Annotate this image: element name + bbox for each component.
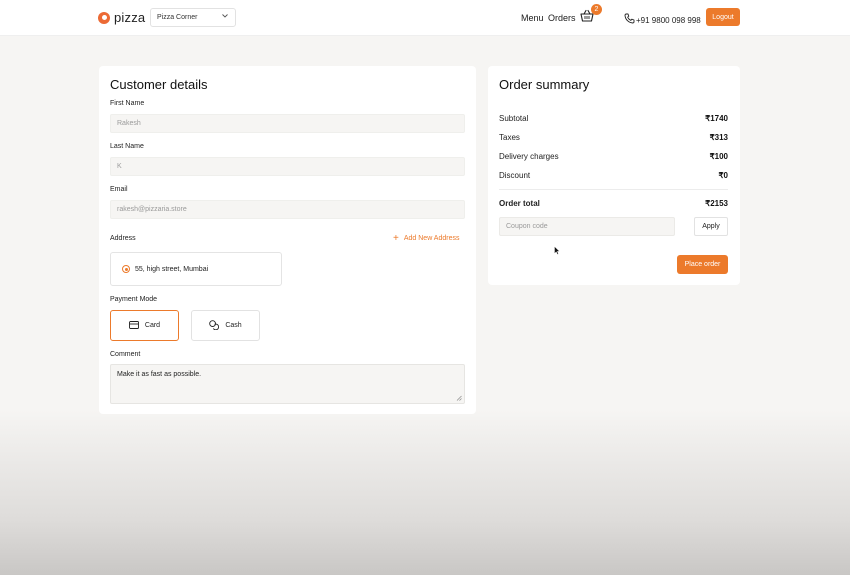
address-radio[interactable]	[122, 265, 130, 273]
store-select[interactable]: Pizza Corner	[150, 8, 236, 27]
add-address-label: Add New Address	[403, 235, 460, 242]
email-label: Email	[110, 186, 128, 193]
apply-coupon-button[interactable]: Apply	[694, 217, 728, 236]
add-address-link[interactable]: + Add New Address	[393, 233, 460, 244]
summary-value: ₹0	[718, 171, 728, 180]
order-total-label: Order total	[499, 199, 540, 208]
payment-cash-button[interactable]: Cash	[191, 310, 260, 341]
first-name-label: First Name	[110, 100, 145, 107]
summary-row-taxes: Taxes ₹313	[499, 133, 728, 142]
payment-card-button[interactable]: Card	[110, 310, 179, 341]
mouse-pointer-icon	[554, 242, 560, 255]
payment-cash-label: Cash	[225, 322, 242, 329]
first-name-field[interactable]: Rakesh	[110, 114, 465, 133]
summary-value: ₹100	[709, 152, 728, 161]
place-order-button[interactable]: Place order	[677, 255, 728, 274]
brand-name: pizza	[114, 10, 146, 25]
resize-grip-icon[interactable]	[456, 395, 462, 401]
address-option[interactable]: 55, high street, Mumbai	[110, 252, 282, 286]
brand-logo[interactable]: pizza	[98, 10, 145, 25]
summary-label: Taxes	[499, 133, 520, 142]
phone-contact[interactable]: +91 9800 098 998	[624, 11, 701, 29]
comment-text: Make it as fast as possible.	[117, 371, 202, 378]
summary-row-subtotal: Subtotal ₹1740	[499, 114, 728, 123]
chevron-down-icon	[222, 14, 228, 20]
order-summary-title: Order summary	[499, 77, 590, 92]
plus-icon: +	[393, 233, 399, 244]
payment-mode-label: Payment Mode	[110, 296, 158, 303]
last-name-label: Last Name	[110, 143, 144, 150]
pizza-logo-icon	[98, 11, 110, 24]
nav-menu-link[interactable]: Menu	[521, 13, 544, 23]
summary-row-delivery: Delivery charges ₹100	[499, 152, 728, 161]
payment-card-label: Card	[144, 322, 161, 329]
summary-label: Discount	[499, 171, 531, 180]
comment-label: Comment	[110, 351, 141, 358]
top-nav-bar: pizza Pizza Corner Menu Orders 2 +91 980…	[0, 0, 850, 36]
logout-button[interactable]: Logout	[706, 8, 740, 26]
summary-value: ₹313	[709, 133, 728, 142]
address-text: 55, high street, Mumbai	[135, 265, 209, 273]
summary-value: ₹1740	[705, 114, 728, 123]
customer-details-title: Customer details	[110, 77, 208, 92]
summary-label: Delivery charges	[499, 152, 559, 161]
store-select-value: Pizza Corner	[157, 14, 198, 21]
coupon-input[interactable]: Coupon code	[499, 217, 675, 236]
customer-details-card: Customer details First Name Rakesh Last …	[99, 66, 476, 414]
summary-row-discount: Discount ₹0	[499, 171, 728, 180]
credit-card-icon	[128, 320, 145, 331]
summary-row-total: Order total ₹2153	[499, 199, 728, 208]
cart-count-badge: 2	[591, 4, 602, 15]
order-total-value: ₹2153	[705, 199, 728, 208]
address-label: Address	[110, 235, 136, 242]
phone-icon	[624, 11, 635, 29]
order-summary-card: Order summary Subtotal ₹1740 Taxes ₹313 …	[488, 66, 740, 285]
cash-coins-icon	[209, 319, 225, 332]
phone-number: +91 9800 098 998	[636, 15, 701, 25]
comment-textarea[interactable]: Make it as fast as possible.	[110, 364, 465, 404]
last-name-field[interactable]: K	[110, 157, 465, 176]
email-field[interactable]: rakesh@pizzaria.store	[110, 200, 465, 219]
nav-orders-link[interactable]: Orders	[548, 13, 576, 23]
summary-label: Subtotal	[499, 114, 529, 123]
summary-divider	[499, 189, 728, 190]
